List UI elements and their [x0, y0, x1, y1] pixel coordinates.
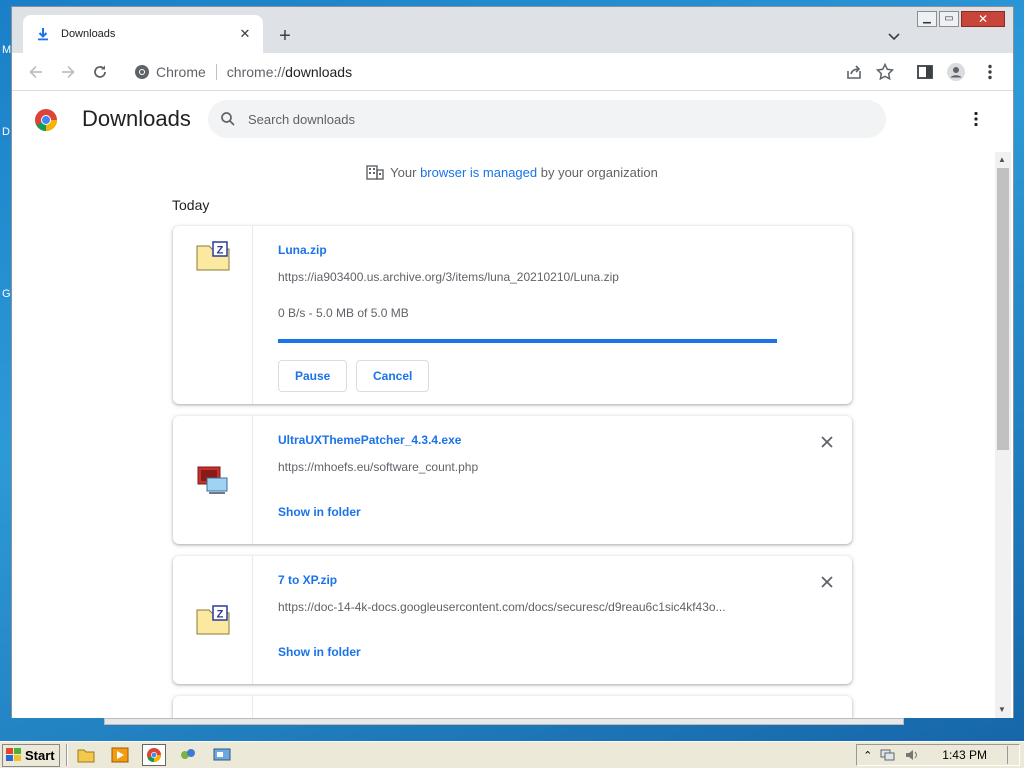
- file-url[interactable]: https://ia903400.us.archive.org/3/items/…: [278, 270, 778, 284]
- download-item: Z 7 to XP.zip https://doc-14-4k-docs.goo…: [173, 556, 852, 684]
- start-button[interactable]: Start: [2, 743, 60, 767]
- building-icon: [366, 165, 384, 180]
- file-url[interactable]: https://mhoefs.eu/software_count.php: [278, 460, 778, 474]
- close-icon[interactable]: [820, 575, 834, 589]
- download-status: 0 B/s - 5.0 MB of 5.0 MB: [278, 306, 409, 320]
- new-tab-button[interactable]: +: [274, 25, 296, 47]
- remote-desktop-icon[interactable]: [210, 744, 234, 766]
- chevron-down-icon[interactable]: [885, 27, 903, 45]
- tab-title: Downloads: [61, 28, 116, 40]
- share-icon[interactable]: [844, 62, 864, 82]
- file-name-link[interactable]: UltraUXThemePatcher_4.3.4.exe: [278, 433, 461, 447]
- search-icon: [221, 112, 235, 126]
- scroll-down-arrow[interactable]: ▼: [998, 705, 1006, 714]
- reload-icon[interactable]: [90, 62, 110, 82]
- exe-file-icon: [197, 466, 228, 494]
- pause-button[interactable]: Pause: [278, 360, 348, 392]
- progress-fill: [278, 339, 777, 343]
- window-controls: ▁ ▭ ✕: [917, 11, 1005, 27]
- tab-strip: Downloads ✕ + ▁ ▭ ✕: [12, 7, 1013, 53]
- progress-bar: [278, 339, 777, 343]
- url-text: chrome://downloads: [226, 64, 353, 80]
- scroll-thumb[interactable]: [997, 168, 1009, 450]
- close-window-button[interactable]: ✕: [961, 11, 1005, 27]
- address-bar[interactable]: Chrome chrome://downloads: [124, 57, 874, 87]
- desktop-icon-label: M: [2, 44, 12, 56]
- date-header: Today: [172, 197, 210, 213]
- chrome-site-icon: [135, 65, 149, 79]
- downloads-header: Downloads: [12, 92, 1013, 146]
- chevron-up-icon[interactable]: ⌃: [863, 749, 872, 762]
- site-label: Chrome: [156, 64, 206, 80]
- close-icon[interactable]: [820, 435, 834, 449]
- scroll-up-arrow[interactable]: ▲: [998, 155, 1006, 164]
- file-name-link[interactable]: Luna.zip: [278, 243, 327, 257]
- arrow-right-icon[interactable]: [58, 62, 78, 82]
- search-bar[interactable]: [208, 100, 886, 138]
- volume-icon[interactable]: [904, 748, 920, 762]
- show-desktop-button[interactable]: [1007, 746, 1013, 764]
- browser-toolbar: Chrome chrome://downloads: [12, 53, 1013, 91]
- avatar-icon[interactable]: [946, 62, 966, 82]
- show-in-folder-link[interactable]: Show in folder: [278, 505, 361, 519]
- zip-file-icon: Z: [196, 605, 230, 635]
- download-item: UltraUXThemePatcher_4.3.4.exe https://mh…: [173, 416, 852, 544]
- network-app-icon[interactable]: [176, 744, 200, 766]
- search-input[interactable]: [248, 111, 848, 127]
- tab-downloads[interactable]: Downloads ✕: [23, 15, 263, 53]
- download-item: Z Luna.zip https://ia903400.us.archive.o…: [173, 226, 852, 404]
- desktop-icon-label: D: [2, 126, 10, 138]
- star-icon[interactable]: [875, 62, 895, 82]
- network-icon[interactable]: [880, 748, 896, 762]
- download-icon: [38, 28, 48, 41]
- file-url[interactable]: https://doc-14-4k-docs.googleusercontent…: [278, 600, 778, 614]
- kebab-menu-icon[interactable]: [980, 62, 1000, 82]
- download-item: [173, 696, 852, 718]
- windows-flag-icon: [6, 748, 21, 761]
- cancel-button[interactable]: Cancel: [356, 360, 430, 392]
- page-title: Downloads: [82, 106, 191, 131]
- media-player-icon[interactable]: [108, 744, 132, 766]
- chrome-taskbar-icon[interactable]: [141, 744, 166, 766]
- svg-text:Z: Z: [217, 245, 224, 257]
- downloads-page: Downloads Your browser is managed by you…: [12, 92, 1013, 718]
- arrow-left-icon[interactable]: [26, 62, 46, 82]
- omnibox-divider: [215, 64, 217, 80]
- side-panel-icon[interactable]: [915, 62, 935, 82]
- desktop-icon-label: G: [2, 288, 11, 300]
- clock[interactable]: 1:43 PM: [942, 748, 987, 762]
- show-in-folder-link[interactable]: Show in folder: [278, 645, 361, 659]
- file-name-link[interactable]: 7 to XP.zip: [278, 573, 337, 587]
- svg-text:Z: Z: [217, 609, 224, 621]
- file-explorer-icon[interactable]: [74, 744, 98, 766]
- managed-link[interactable]: browser is managed: [420, 165, 537, 180]
- maximize-button[interactable]: ▭: [939, 11, 959, 27]
- taskbar: Start ⌃ 1:43 PM: [0, 741, 1024, 768]
- zip-file-icon: Z: [196, 241, 230, 271]
- system-tray: ⌃ 1:43 PM: [856, 744, 1020, 766]
- kebab-menu-icon[interactable]: [967, 110, 985, 128]
- horizontal-scrollbar[interactable]: [104, 718, 904, 725]
- minimize-button[interactable]: ▁: [917, 11, 937, 27]
- start-label: Start: [25, 747, 55, 763]
- chrome-logo-icon: [35, 109, 57, 131]
- scrollbar[interactable]: ▲ ▼: [995, 152, 1011, 718]
- close-icon[interactable]: ✕: [237, 26, 253, 42]
- chrome-window: Downloads ✕ + ▁ ▭ ✕ Chrome chrome://down…: [11, 6, 1014, 718]
- managed-notice: Your browser is managed by your organiza…: [12, 164, 1012, 180]
